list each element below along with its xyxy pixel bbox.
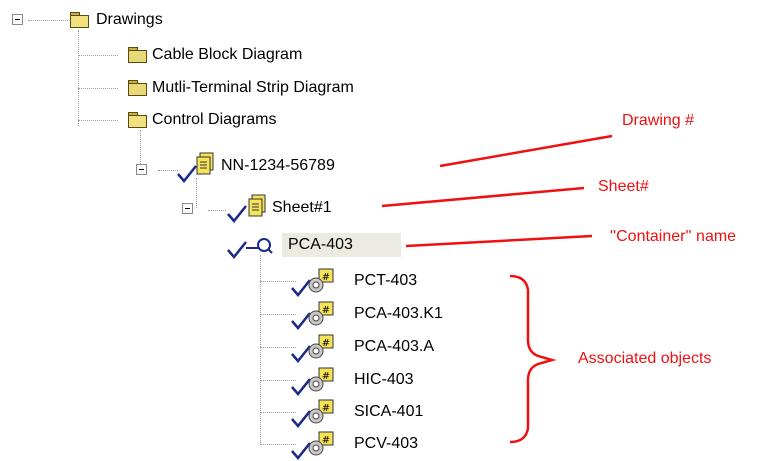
annotation-line-sheet bbox=[381, 186, 585, 208]
annotation-drawing: Drawing # bbox=[622, 112, 695, 129]
annotation-brace bbox=[509, 274, 557, 444]
annotation-line-container bbox=[405, 234, 593, 248]
annotation-sheet: Sheet# bbox=[598, 178, 649, 195]
annotation-line-drawing bbox=[439, 134, 613, 168]
annotation-container: ''Container'' name bbox=[610, 228, 737, 245]
annotation-associated: Associated objects bbox=[578, 350, 712, 367]
